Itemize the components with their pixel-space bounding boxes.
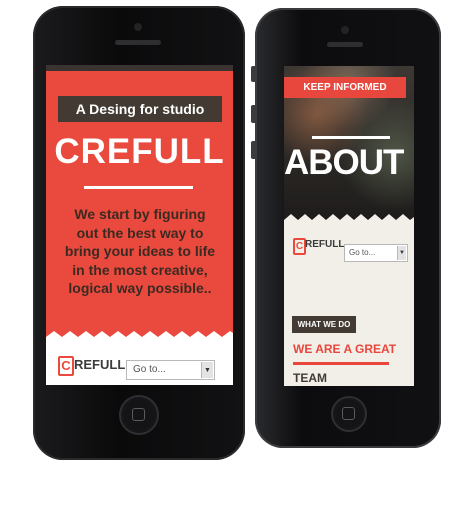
dropdown-arrow-icon[interactable]: ▼: [201, 362, 213, 378]
left-top-strip: [46, 65, 233, 71]
home-button-icon: [132, 408, 145, 421]
right-camera: [341, 26, 349, 34]
goto-select-value: Go to...: [133, 364, 166, 375]
intro-text: We start by figuring out the best way to…: [64, 206, 216, 296]
logo-text[interactable]: REFULL: [305, 239, 344, 250]
mute-switch: [251, 66, 257, 82]
hero-divider: [84, 186, 193, 189]
section-heading-line2: TEAM: [293, 371, 327, 385]
right-navbar: C REFULL Go to... ▼: [284, 231, 414, 271]
goto-select[interactable]: Go to... ▼: [126, 360, 215, 380]
zigzag-edge: [46, 331, 233, 345]
goto-select-value: Go to...: [349, 248, 376, 257]
section-heading-underline: [293, 362, 389, 365]
logo-text[interactable]: REFULL: [74, 357, 125, 372]
left-camera: [134, 23, 142, 31]
about-title: ABOUT US: [284, 143, 414, 182]
right-speaker: [327, 42, 363, 47]
right-home-button[interactable]: [331, 396, 367, 432]
volume-up-button: [251, 105, 257, 123]
left-screen: A Desing for studio CREFULL We start by …: [46, 65, 233, 385]
home-button-icon: [342, 407, 355, 420]
dropdown-arrow-icon[interactable]: ▼: [397, 246, 406, 260]
tagline-banner: A Desing for studio: [58, 96, 222, 122]
right-zigzag-edge: [284, 214, 414, 228]
section-heading-line1: WE ARE A GREAT: [293, 342, 397, 356]
left-navbar: C REFULL Go to... ▼: [46, 344, 233, 385]
about-divider: [312, 136, 390, 139]
logo-mark[interactable]: C: [58, 356, 74, 376]
left-home-button[interactable]: [119, 395, 159, 435]
goto-select[interactable]: Go to... ▼: [344, 244, 408, 262]
what-we-do-label: WHAT WE DO: [292, 316, 356, 333]
hero-title: CREFULL: [54, 132, 225, 171]
left-speaker: [115, 40, 161, 45]
volume-down-button: [251, 141, 257, 159]
right-screen: KEEP INFORMED ABOUT US C REFULL Go to...…: [284, 66, 414, 386]
keep-informed-banner[interactable]: KEEP INFORMED: [284, 77, 406, 98]
